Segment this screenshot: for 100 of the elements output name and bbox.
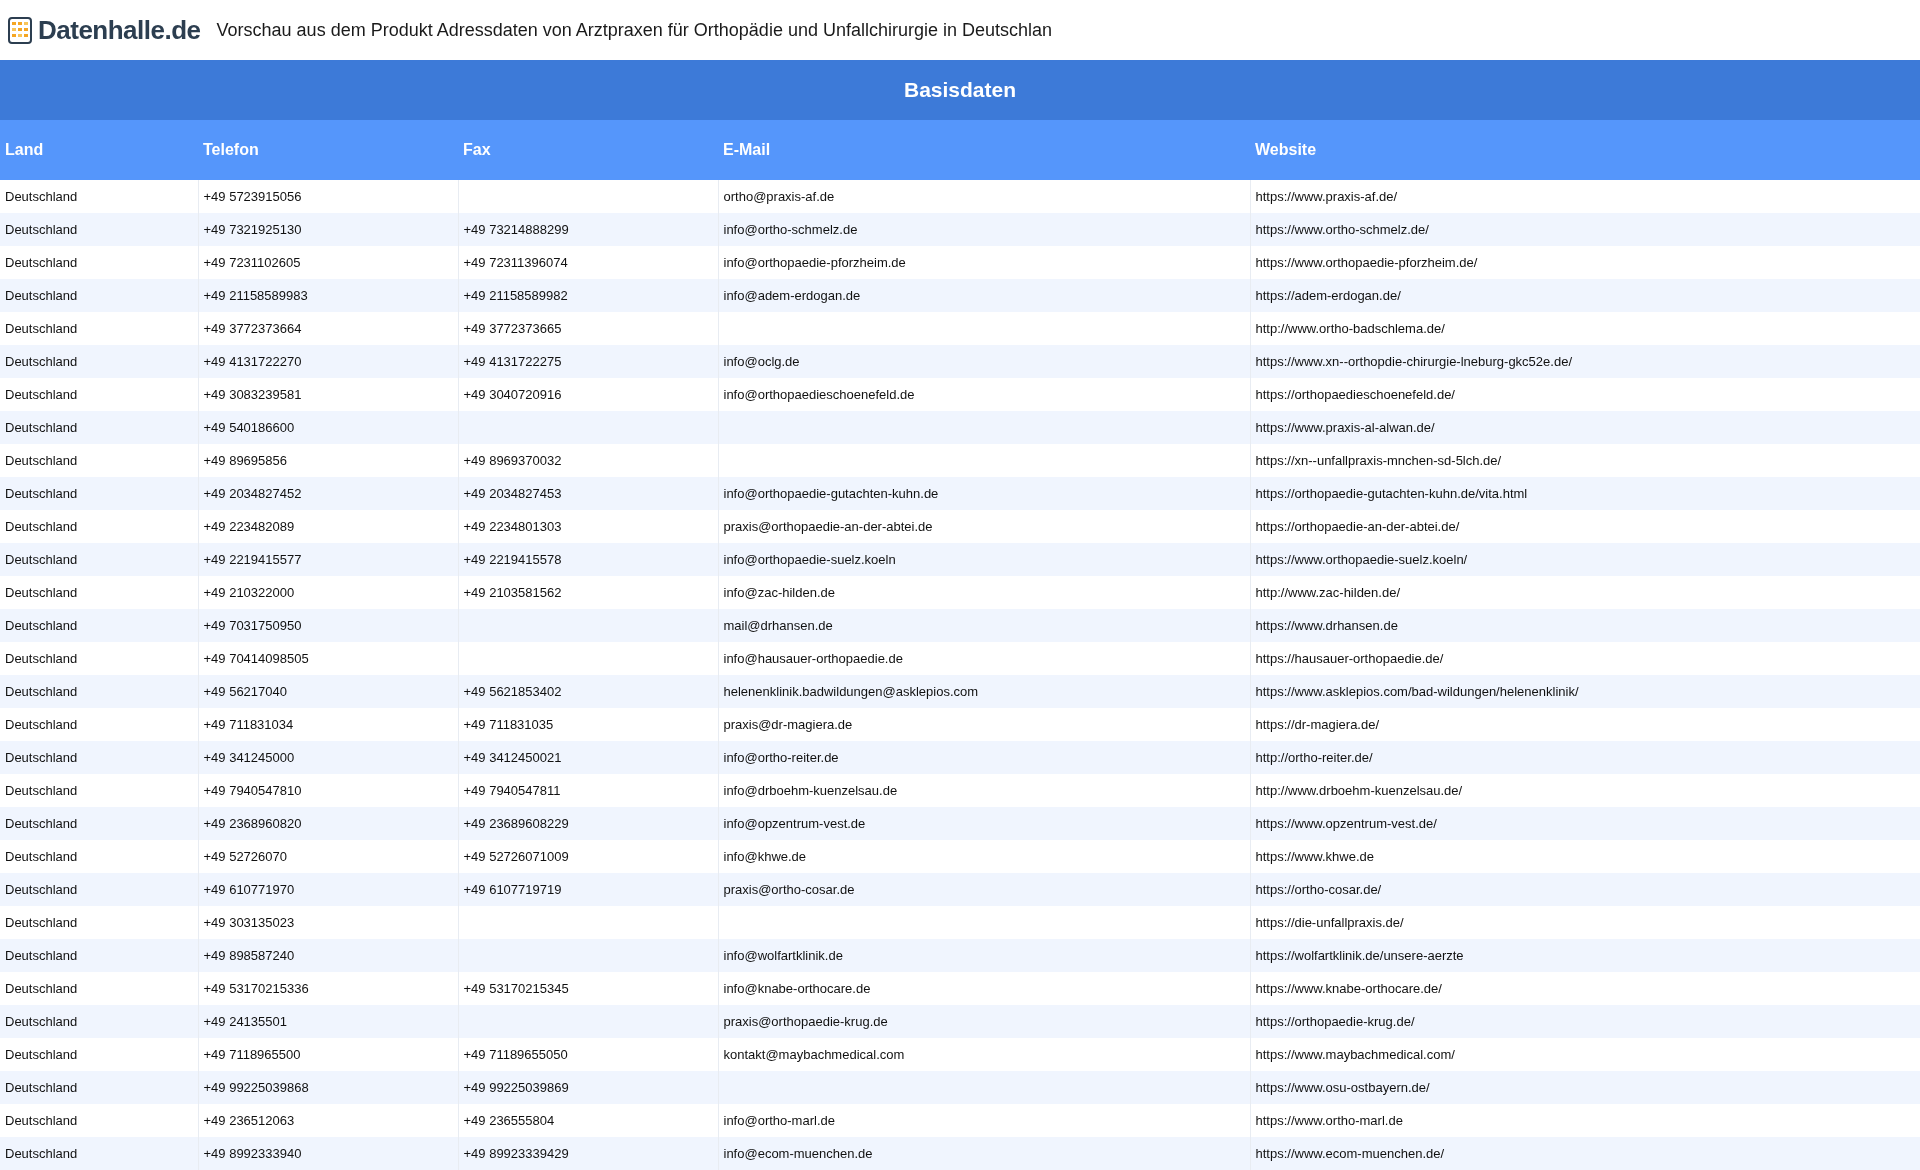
- table-cell: https://ortho-cosar.de/: [1255, 882, 1382, 897]
- table-cell: Deutschland: [5, 189, 78, 204]
- table-cell: info@oclg.de: [723, 354, 800, 369]
- table-cell: Deutschland: [5, 519, 78, 534]
- table-cell: +49 3083239581: [203, 387, 302, 402]
- table-cell: praxis@orthopaedie-krug.de: [723, 1014, 888, 1029]
- table-cell: info@ecom-muenchen.de: [723, 1146, 873, 1161]
- table-cell: Deutschland: [5, 1146, 78, 1161]
- table-cell: https://www.ortho-marl.de: [1255, 1113, 1403, 1128]
- table-cell: +49 3772373664: [203, 321, 302, 336]
- table-cell: Deutschland: [5, 1014, 78, 1029]
- logo-text: Datenhalle.de: [38, 14, 201, 46]
- table-cell: http://ortho-reiter.de/: [1255, 750, 1373, 765]
- table-cell: https://wolfartklinik.de/unsere-aerzte: [1255, 948, 1464, 963]
- table-cell: Deutschland: [5, 849, 78, 864]
- table-cell: +49 89923339429: [463, 1146, 569, 1161]
- table-cell: +49 8992333940: [203, 1146, 302, 1161]
- table-cell: info@ortho-schmelz.de: [723, 222, 858, 237]
- table-cell: +49 2103581562: [463, 585, 562, 600]
- table-cell: praxis@ortho-cosar.de: [723, 882, 855, 897]
- table-cell: +49 53170215345: [463, 981, 569, 996]
- table-cell: info@opzentrum-vest.de: [723, 816, 866, 831]
- table-cell: +49 540186600: [203, 420, 295, 435]
- table-cell: https://www.ortho-schmelz.de/: [1255, 222, 1429, 237]
- table-cell: kontakt@maybachmedical.com: [723, 1047, 905, 1062]
- table-cell: info@khwe.de: [723, 849, 807, 864]
- table-cell: Deutschland: [5, 222, 78, 237]
- table-cell: praxis@dr-magiera.de: [723, 717, 853, 732]
- table-cell: Deutschland: [5, 1113, 78, 1128]
- table-cell: praxis@orthopaedie-an-der-abtei.de: [723, 519, 933, 534]
- column-header: Website: [1250, 120, 1920, 180]
- table-cell: +49 2034827452: [203, 486, 302, 501]
- table-cell: +49 24135501: [203, 1014, 287, 1029]
- table-cell: info@orthopaedie-pforzheim.de: [723, 255, 906, 270]
- table-cell: +49 23689608229: [463, 816, 569, 831]
- table-cell: ortho@praxis-af.de: [723, 189, 835, 204]
- table-cell: https://www.ecom-muenchen.de/: [1255, 1146, 1445, 1161]
- table-cell: https://www.praxis-af.de/: [1255, 189, 1398, 204]
- table-cell: https://www.khwe.de: [1255, 849, 1374, 864]
- table-cell: +49 70414098505: [203, 651, 309, 666]
- table-cell: +49 711831035: [463, 717, 554, 732]
- table-cell: +49 3412450021: [463, 750, 562, 765]
- table-cell: Deutschland: [5, 618, 78, 633]
- table-cell: +49 4131722270: [203, 354, 302, 369]
- table-cell: info@zac-hilden.de: [723, 585, 835, 600]
- table-cell: http://www.drboehm-kuenzelsau.de/: [1255, 783, 1463, 798]
- column-header: Telefon: [198, 120, 458, 180]
- table-cell: +49 3772373665: [463, 321, 562, 336]
- table-cell: +49 7940547810: [203, 783, 302, 798]
- column-header: Fax: [458, 120, 718, 180]
- table-cell: info@ortho-marl.de: [723, 1113, 835, 1128]
- table-cell: http://www.zac-hilden.de/: [1255, 585, 1401, 600]
- column-header: Land: [0, 120, 198, 180]
- table-cell: helenenklinik.badwildungen@asklepios.com: [723, 684, 979, 699]
- table-cell: +49 5723915056: [203, 189, 302, 204]
- table-cell: +49 236512063: [203, 1113, 295, 1128]
- table-cell: +49 7231102605: [203, 255, 301, 270]
- table-cell: https://www.maybachmedical.com/: [1255, 1047, 1455, 1062]
- table-cell: Deutschland: [5, 585, 78, 600]
- table-cell: +49 610771970: [203, 882, 295, 897]
- table-cell: Deutschland: [5, 651, 78, 666]
- table-cell: Deutschland: [5, 1047, 78, 1062]
- table-cell: https://www.orthopaedie-suelz.koeln/: [1255, 552, 1468, 567]
- table-cell: Deutschland: [5, 1080, 78, 1095]
- table-cell: Deutschland: [5, 783, 78, 798]
- table-cell: Deutschland: [5, 717, 78, 732]
- table-cell: +49 21158589983: [203, 288, 308, 303]
- table-cell: info@knabe-orthocare.de: [723, 981, 871, 996]
- table-cell: Deutschland: [5, 420, 78, 435]
- table-cell: +49 8969370032: [463, 453, 562, 468]
- table-cell: +49 7321925130: [203, 222, 302, 237]
- table-cell: +49 21158589982: [463, 288, 568, 303]
- table-cell: +49 2234801303: [463, 519, 562, 534]
- table-cell: https://www.asklepios.com/bad-wildungen/helenenklinik/: [1255, 684, 1579, 699]
- table-cell: +49 7940547811: [463, 783, 561, 798]
- table-cell: +49 2034827453: [463, 486, 562, 501]
- table-cell: Deutschland: [5, 387, 78, 402]
- table-cell: +49 303135023: [203, 915, 295, 930]
- table-cell: +49 2219415577: [203, 552, 302, 567]
- logo-icon: [6, 15, 34, 45]
- table-cell: info@orthopaedie-suelz.koeln: [723, 552, 896, 567]
- group-header: Basisdaten: [0, 60, 1920, 120]
- table-cell: +49 3040720916: [463, 387, 562, 402]
- table-cell: +49 73214888299: [463, 222, 569, 237]
- table-cell: Deutschland: [5, 255, 78, 270]
- table-cell: info@drboehm-kuenzelsau.de: [723, 783, 898, 798]
- table-cell: info@orthopaedieschoenefeld.de: [723, 387, 915, 402]
- table-cell: https://xn--unfallpraxis-mnchen-sd-5lch.de/: [1255, 453, 1502, 468]
- table-cell: https://orthopaedie-an-der-abtei.de/: [1255, 519, 1460, 534]
- column-header: E-Mail: [718, 120, 1250, 180]
- page-title: Vorschau aus dem Produkt Adressdaten von Arztpraxen für Orthopädie und Unfallchirurgie in Deutschlan: [216, 19, 1053, 41]
- table-cell: http://www.ortho-badschlema.de/: [1255, 321, 1445, 336]
- table-cell: https://die-unfallpraxis.de/: [1255, 915, 1404, 930]
- table-cell: https://dr-magiera.de/: [1255, 717, 1380, 732]
- table-cell: Deutschland: [5, 948, 78, 963]
- table-cell: https://hausauer-orthopaedie.de/: [1255, 651, 1444, 666]
- table-cell: https://www.drhansen.de: [1255, 618, 1398, 633]
- table-cell: +49 6107719719: [463, 882, 562, 897]
- table-cell: Deutschland: [5, 882, 78, 897]
- table-cell: +49 99225039868: [203, 1080, 309, 1095]
